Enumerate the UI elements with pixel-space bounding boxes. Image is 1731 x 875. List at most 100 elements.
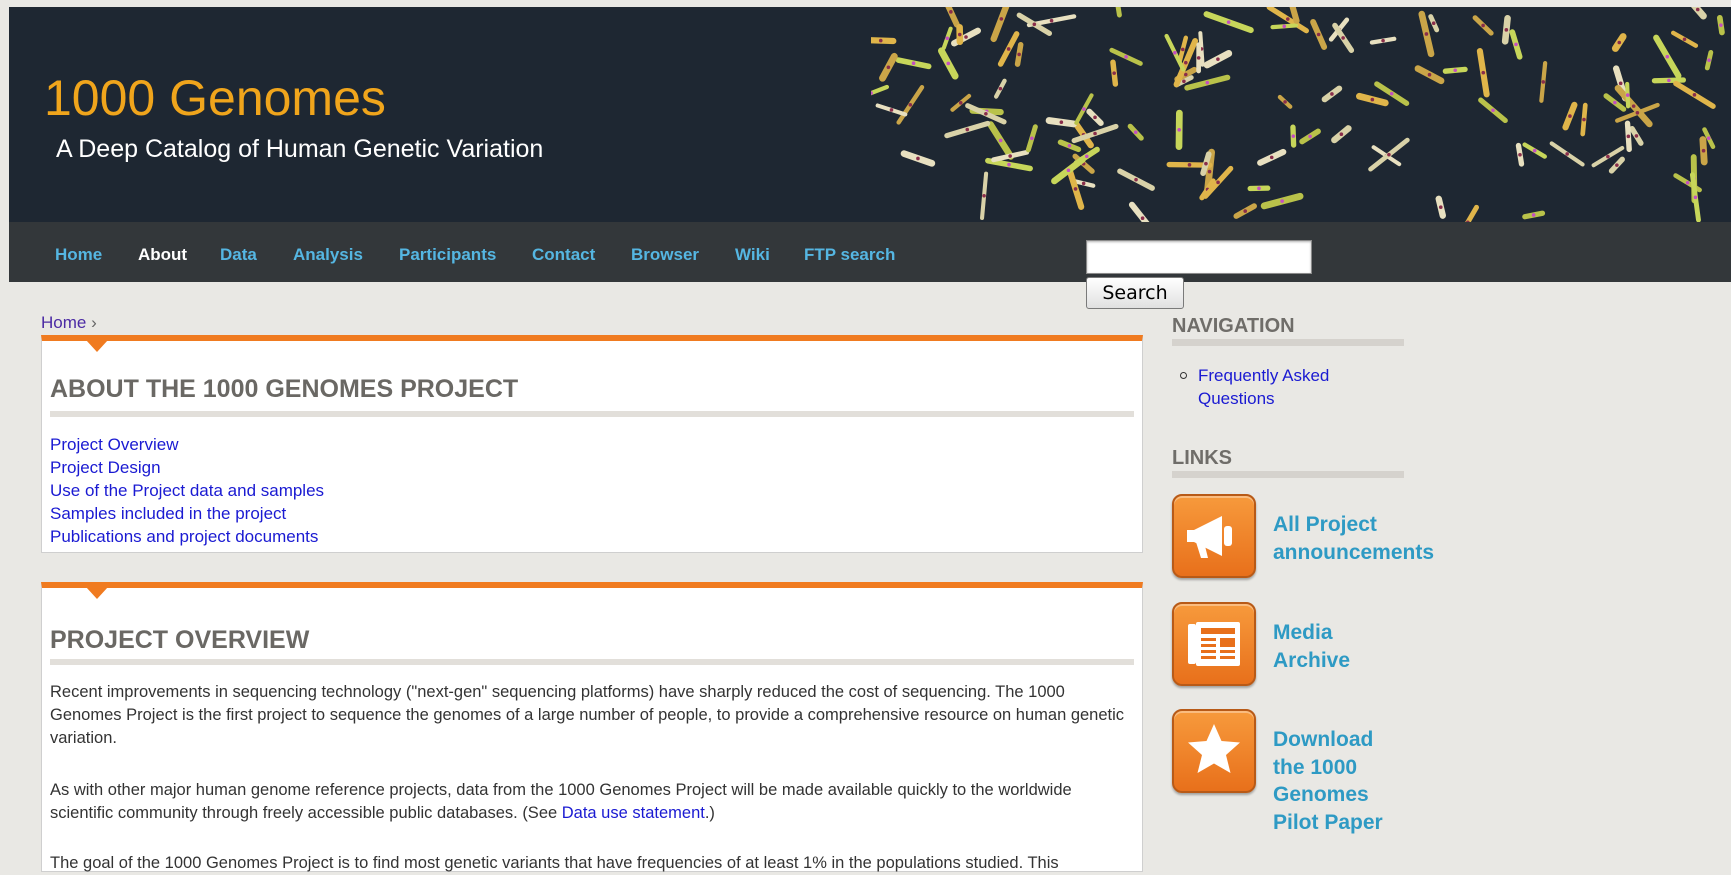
chromosome-band — [1453, 68, 1457, 72]
chromosome-shape — [1459, 207, 1476, 222]
chromosome-shape — [1115, 7, 1120, 15]
link-use-of-data[interactable]: Use of the Project data and samples — [50, 481, 324, 500]
faq-link[interactable]: Frequently Asked Questions — [1198, 364, 1370, 410]
chromosome-band — [1124, 55, 1128, 59]
chromosome-band — [1702, 149, 1706, 153]
megaphone-icon[interactable] — [1172, 494, 1256, 578]
nav-analysis[interactable]: Analysis — [293, 245, 363, 265]
sidebar-title-rule — [1172, 471, 1404, 478]
chromosome-band — [1197, 56, 1201, 60]
sidebar-nav-item: Frequently Asked Questions — [1180, 364, 1370, 410]
nav-about[interactable]: About — [138, 245, 187, 265]
chromosome-band — [1017, 53, 1021, 57]
media-archive-link[interactable]: Media Archive — [1273, 619, 1350, 674]
chromosome-band — [1181, 48, 1185, 52]
chromosome-band — [1093, 132, 1097, 136]
search-button[interactable]: Search — [1086, 277, 1184, 309]
chromosome-band — [1381, 39, 1385, 43]
chromosome-band — [1390, 92, 1394, 96]
chromosome-band — [1280, 199, 1284, 203]
chromosome-band — [1134, 130, 1138, 134]
chromosome-band — [1033, 22, 1037, 26]
chromosome-band — [958, 33, 962, 37]
chromosome-band — [1518, 153, 1522, 157]
link-publications[interactable]: Publications and project documents — [50, 527, 318, 546]
link-project-design[interactable]: Project Design — [50, 458, 161, 477]
list-item: Use of the Project data and samples — [50, 479, 324, 502]
chromosome-band — [1582, 118, 1586, 122]
chromosome-band — [1428, 73, 1432, 77]
chromosome-band — [1617, 41, 1621, 45]
star-icon[interactable] — [1172, 709, 1256, 793]
chromosome-band — [1286, 17, 1290, 21]
chromosome-band — [1719, 23, 1723, 27]
all-announcements-link[interactable]: All Project announcements — [1273, 511, 1434, 566]
chromosome-band — [1568, 114, 1572, 118]
download-pilot-paper-link[interactable]: Download the 1000 Genomes Pilot Paper — [1273, 726, 1383, 836]
breadcrumb-home-link[interactable]: Home — [41, 313, 86, 332]
site-header: 1000 Genomes A Deep Catalog of Human Gen… — [9, 7, 1731, 222]
chromosome-band — [1093, 116, 1097, 120]
chromosome-band — [984, 112, 988, 116]
nav-participants[interactable]: Participants — [399, 245, 496, 265]
overview-paragraph-1: Recent improvements in sequencing techno… — [50, 681, 1134, 750]
chromosome-band — [1206, 81, 1210, 85]
chromosome-band — [1541, 80, 1545, 84]
nav-contact[interactable]: Contact — [532, 245, 595, 265]
chromosome-band — [959, 101, 963, 105]
chromosome-band — [1615, 163, 1619, 167]
chromosome-band — [1270, 156, 1274, 160]
about-block: ABOUT THE 1000 GENOMES PROJECT Project O… — [41, 335, 1143, 553]
about-links-list: Project Overview Project Design Use of t… — [50, 433, 324, 548]
chromosome-band — [1134, 178, 1138, 182]
nav-home[interactable]: Home — [55, 245, 102, 265]
search-input[interactable] — [1086, 240, 1312, 274]
nav-ftp-search[interactable]: FTP search — [804, 245, 895, 265]
chromosome-band — [1030, 136, 1034, 140]
chromosome-band — [1243, 209, 1247, 213]
chromosome-band — [1627, 135, 1631, 139]
chromosome-band — [1007, 163, 1011, 167]
nav-browser[interactable]: Browser — [631, 245, 699, 265]
chromosome-band — [945, 36, 949, 40]
chromosome-band — [1283, 100, 1287, 104]
chromosome-band — [1694, 196, 1698, 200]
chromosome-band — [1613, 101, 1617, 105]
link-samples[interactable]: Samples included in the project — [50, 504, 286, 523]
chromosome-band — [1082, 107, 1086, 111]
chromosome-band — [1204, 162, 1208, 166]
nav-wiki[interactable]: Wiki — [735, 245, 770, 265]
overview-paragraph-2-end: .) — [705, 804, 715, 822]
link-project-overview[interactable]: Project Overview — [50, 435, 178, 454]
overview-paragraph-2: As with other major human genome referen… — [50, 779, 1134, 825]
chromosome-band — [1068, 144, 1072, 148]
chromosome-band — [912, 61, 916, 65]
data-use-statement-link[interactable]: Data use statement — [562, 804, 705, 822]
chromosome-band — [1439, 205, 1443, 209]
chromosome-band — [1481, 24, 1485, 28]
chromosome-band — [1184, 73, 1188, 77]
chromosome-shape — [994, 7, 1009, 39]
site-name[interactable]: 1000 Genomes — [44, 69, 386, 127]
chromosome-band — [1425, 32, 1429, 36]
chromosome-band — [999, 87, 1003, 91]
chromosome-band — [909, 103, 913, 107]
breadcrumb-separator: › — [91, 313, 97, 332]
breadcrumb: Home › — [41, 313, 97, 333]
chromosome-band — [1177, 128, 1181, 132]
chromosome-band — [1686, 181, 1690, 185]
newspaper-icon[interactable] — [1172, 602, 1256, 686]
chromosome-band — [1141, 216, 1145, 220]
sidebar-navigation-title: NAVIGATION — [1172, 315, 1295, 338]
chromosome-band — [1491, 108, 1495, 112]
chromosome-band — [879, 39, 883, 43]
chromosome-band — [1291, 134, 1295, 138]
about-block-title: ABOUT THE 1000 GENOMES PROJECT — [50, 375, 518, 404]
list-item: Project Overview — [50, 433, 324, 456]
nav-data[interactable]: Data — [220, 245, 257, 265]
chromosome-band — [1707, 58, 1711, 62]
chromosome-band — [1184, 61, 1188, 65]
chromosome-band — [1112, 71, 1116, 75]
sidebar-title-rule — [1172, 339, 1404, 346]
chromosome-band — [949, 10, 953, 14]
